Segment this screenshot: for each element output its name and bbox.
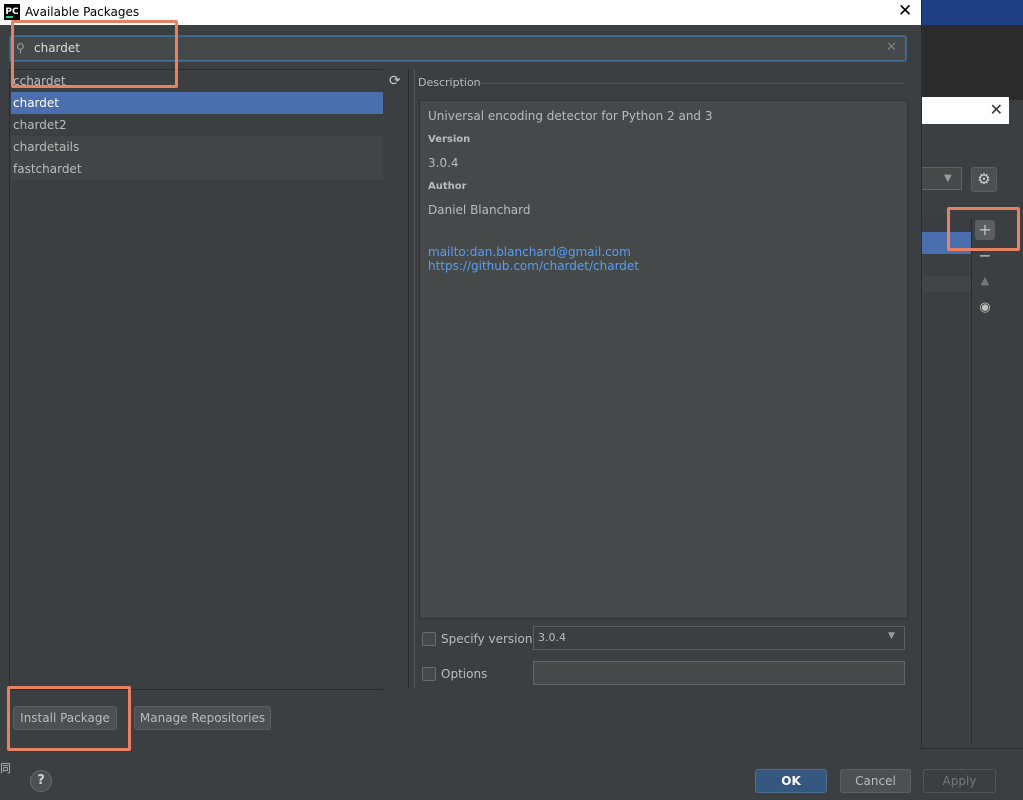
clear-search-icon[interactable]: ✕ xyxy=(886,40,897,55)
options-checkbox[interactable] xyxy=(422,667,436,681)
background-window-area xyxy=(921,25,1023,100)
refresh-toolbar xyxy=(383,69,409,688)
pycharm-logo-icon: PC xyxy=(4,4,20,20)
cancel-button[interactable]: Cancel xyxy=(840,769,911,793)
apply-button[interactable]: Apply xyxy=(923,769,996,793)
chevron-down-icon: ▼ xyxy=(888,631,895,641)
background-text-fragment: 同 xyxy=(0,762,11,775)
upgrade-package-icon[interactable]: ▲ xyxy=(975,274,995,287)
package-version: 3.0.4 xyxy=(428,156,459,170)
list-item[interactable]: chardet2 xyxy=(11,114,383,136)
package-author: Daniel Blanchard xyxy=(428,203,531,217)
author-email-link[interactable]: mailto:dan.blanchard@gmail.com xyxy=(428,245,631,259)
package-list[interactable]: cchardet chardet chardet2 chardetails fa… xyxy=(9,69,384,690)
manage-repositories-button[interactable]: Manage Repositories xyxy=(134,706,271,730)
highlight-box-search xyxy=(11,20,178,88)
package-summary: Universal encoding detector for Python 2… xyxy=(428,109,713,123)
background-close-icon[interactable]: ✕ xyxy=(990,100,1003,119)
close-icon[interactable]: ✕ xyxy=(898,1,912,21)
version-heading: Version xyxy=(428,134,471,145)
splitter[interactable] xyxy=(414,69,415,688)
highlight-box-install xyxy=(7,686,131,751)
list-item[interactable]: fastchardet xyxy=(11,158,383,180)
list-item[interactable]: chardetails xyxy=(11,136,383,158)
options-input[interactable] xyxy=(533,661,905,685)
description-section-label: Description xyxy=(418,76,481,89)
description-panel xyxy=(419,100,908,619)
author-heading: Author xyxy=(428,181,467,192)
ok-button[interactable]: OK xyxy=(755,769,827,793)
help-button[interactable]: ? xyxy=(30,770,52,792)
version-select[interactable] xyxy=(533,626,905,650)
interpreter-combo[interactable] xyxy=(921,167,962,190)
description-divider xyxy=(480,83,904,84)
gear-icon[interactable]: ⚙ xyxy=(971,167,997,192)
background-window-accent xyxy=(921,0,1023,25)
version-select-value: 3.0.4 xyxy=(538,631,566,644)
highlight-box-add xyxy=(947,207,1020,251)
specify-version-label: Specify version xyxy=(441,632,533,646)
eye-icon[interactable]: ◉ xyxy=(975,300,995,315)
specify-version-checkbox[interactable] xyxy=(422,632,436,646)
list-item-selected[interactable]: chardet xyxy=(11,92,383,114)
dialog-title: Available Packages xyxy=(25,5,140,19)
package-table-row[interactable] xyxy=(921,276,971,292)
refresh-icon[interactable]: ⟳ xyxy=(389,73,401,89)
project-url-link[interactable]: https://github.com/chardet/chardet xyxy=(428,259,639,273)
package-table-toolbar xyxy=(971,218,998,744)
options-label: Options xyxy=(441,667,488,681)
chevron-down-icon: ▼ xyxy=(944,173,952,184)
